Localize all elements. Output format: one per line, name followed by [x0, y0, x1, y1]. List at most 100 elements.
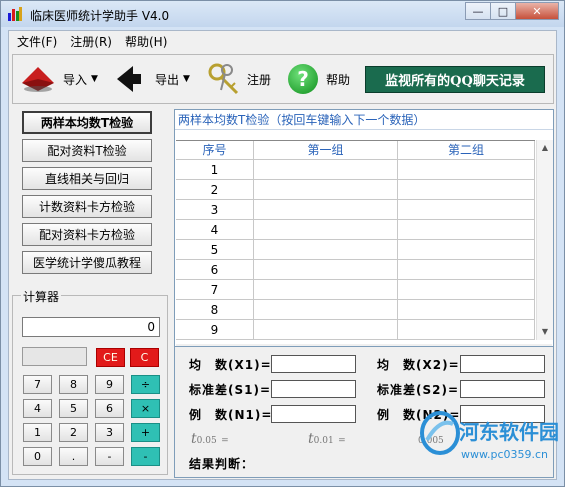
panel-title: 两样本均数T检验（按回车键输入下一个数据）: [175, 110, 553, 130]
group2-cell[interactable]: [398, 300, 535, 320]
t001-equals: =: [338, 436, 346, 446]
group1-cell[interactable]: [254, 220, 398, 240]
group1-cell[interactable]: [254, 160, 398, 180]
key-equals[interactable]: -: [131, 447, 160, 466]
grid-vertical-scrollbar[interactable]: ▲ ▼: [536, 140, 553, 340]
calculator-memory: [22, 347, 87, 366]
export-dropdown-icon: ▼: [183, 74, 190, 84]
key-7[interactable]: 7: [23, 375, 52, 394]
group1-cell[interactable]: [254, 300, 398, 320]
help-button[interactable]: ? 帮助: [288, 55, 350, 103]
btn-chi-square[interactable]: 计数资料卡方检验: [22, 195, 152, 218]
group2-cell[interactable]: [398, 240, 535, 260]
menu-bar: 文件(F) 注册(R) 帮助(H): [9, 31, 556, 50]
watermark-brand: 河东软件园: [459, 420, 559, 444]
close-button[interactable]: ✕: [515, 2, 559, 20]
key-ce[interactable]: CE: [96, 348, 125, 367]
col-header-group2: 第二组: [398, 141, 535, 160]
help-icon: ?: [288, 64, 318, 94]
import-icon: [22, 67, 54, 92]
help-symbol: ?: [297, 67, 309, 91]
group1-cell[interactable]: [254, 200, 398, 220]
key-divide[interactable]: ÷: [131, 375, 160, 394]
btn-paired-chi-square[interactable]: 配对资料卡方检验: [22, 223, 152, 246]
col-header-group1: 第一组: [254, 141, 398, 160]
table-row: 9: [176, 320, 535, 340]
t005-equals: =: [221, 436, 229, 446]
group1-cell[interactable]: [254, 280, 398, 300]
group1-cell[interactable]: [254, 180, 398, 200]
export-button[interactable]: 导出 ▼: [115, 55, 190, 103]
mean1-field[interactable]: [271, 355, 356, 373]
key-5[interactable]: 5: [59, 399, 88, 418]
group2-cell[interactable]: [398, 220, 535, 240]
group2-cell[interactable]: [398, 280, 535, 300]
n1-field[interactable]: [271, 405, 356, 423]
scroll-up-icon[interactable]: ▲: [537, 140, 553, 156]
group2-cell[interactable]: [398, 320, 535, 340]
table-row: 5: [176, 240, 535, 260]
menu-file[interactable]: 文件(F): [9, 31, 62, 50]
key-multiply[interactable]: ×: [131, 399, 160, 418]
window-title: 临床医师统计学助手 V4.0: [30, 9, 170, 23]
watermark-url: www.pc0359.cn: [461, 448, 549, 461]
table-row: 8: [176, 300, 535, 320]
group2-cell[interactable]: [398, 180, 535, 200]
label-sd2: 标准差(S2)=: [377, 383, 460, 397]
app-logo-icon: [8, 7, 22, 21]
row-index-cell: 5: [176, 240, 254, 260]
register-button[interactable]: 注册: [207, 55, 271, 103]
scroll-down-icon[interactable]: ▼: [537, 324, 553, 340]
key-0[interactable]: 0: [23, 447, 52, 466]
row-index-cell: 3: [176, 200, 254, 220]
row-index-cell: 9: [176, 320, 254, 340]
app-window: 临床医师统计学助手 V4.0 — □ ✕ 文件(F) 注册(R) 帮助(H) 导…: [0, 0, 565, 487]
key-c[interactable]: C: [130, 348, 159, 367]
key-add[interactable]: +: [131, 423, 160, 442]
label-conclusion: 结果判断：: [189, 457, 255, 471]
btn-tutorial[interactable]: 医学统计学傻瓜教程: [22, 251, 152, 274]
key-dot[interactable]: .: [59, 447, 88, 466]
import-dropdown-icon: ▼: [91, 74, 98, 84]
help-label: 帮助: [326, 72, 351, 87]
group1-cell[interactable]: [254, 240, 398, 260]
monitor-qq-button[interactable]: 监视所有的QQ聊天记录: [365, 66, 545, 93]
key-9[interactable]: 9: [95, 375, 124, 394]
import-button[interactable]: 导入 ▼: [21, 55, 98, 103]
group2-cell[interactable]: [398, 160, 535, 180]
key-4[interactable]: 4: [23, 399, 52, 418]
group1-cell[interactable]: [254, 320, 398, 340]
btn-paired-t-test[interactable]: 配对资料T检验: [22, 139, 152, 162]
import-label: 导入: [63, 72, 88, 87]
sd1-field[interactable]: [271, 380, 356, 398]
minimize-button[interactable]: —: [465, 2, 491, 20]
group1-cell[interactable]: [254, 260, 398, 280]
btn-linear-regression[interactable]: 直线相关与回归: [22, 167, 152, 190]
key-3[interactable]: 3: [95, 423, 124, 442]
calculator: 计算器 0 CE C 7 8 9 ÷ 4 5 6 × 1 2 3 + 0 . -…: [12, 288, 168, 475]
group2-cell[interactable]: [398, 260, 535, 280]
key-subtract[interactable]: -: [95, 447, 124, 466]
maximize-button[interactable]: □: [490, 2, 516, 20]
mean2-field[interactable]: [460, 355, 545, 373]
calculator-display: 0: [22, 317, 160, 337]
group2-cell[interactable]: [398, 200, 535, 220]
key-6[interactable]: 6: [95, 399, 124, 418]
key-8[interactable]: 8: [59, 375, 88, 394]
row-index-cell: 2: [176, 180, 254, 200]
row-index-cell: 6: [176, 260, 254, 280]
keys-icon: [208, 63, 239, 95]
sd2-field[interactable]: [460, 380, 545, 398]
row-index-cell: 4: [176, 220, 254, 240]
t005-subscript: 0.05: [196, 436, 217, 446]
key-1[interactable]: 1: [23, 423, 52, 442]
calculator-label: 计算器: [21, 288, 62, 305]
table-row: 4: [176, 220, 535, 240]
table-row: 1: [176, 160, 535, 180]
btn-two-sample-t-test[interactable]: 两样本均数T检验: [22, 111, 152, 134]
t-critical-001: t0.01 =: [308, 431, 346, 447]
key-2[interactable]: 2: [59, 423, 88, 442]
menu-help[interactable]: 帮助(H): [117, 31, 172, 50]
t001-subscript: 0.01: [313, 436, 334, 446]
menu-register[interactable]: 注册(R): [62, 31, 117, 50]
